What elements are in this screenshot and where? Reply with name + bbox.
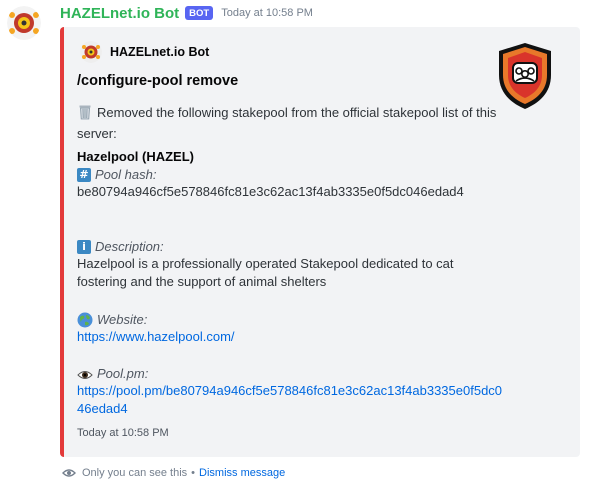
- embed-accent-bar: [60, 27, 64, 457]
- eye-icon: [62, 468, 76, 478]
- message-header: HAZELnet.io Bot BOT Today at 10:58 PM: [60, 3, 313, 23]
- field-pool-hash: # Pool hash: be80794a946cf5e578846fc81e3…: [77, 166, 503, 201]
- field-name: Pool hash:: [95, 167, 157, 182]
- field-value: Hazelpool is a professionally operated S…: [77, 256, 454, 289]
- embed: HAZELnet.io Bot /configure-pool remove R…: [60, 27, 580, 457]
- embed-description: Removed the following stakepool from the…: [77, 104, 505, 143]
- embed-footer-timestamp: Today at 10:58 PM: [77, 427, 169, 439]
- field-name: Description:: [95, 239, 164, 254]
- info-icon: i: [77, 239, 91, 254]
- eye-icon: [77, 368, 93, 380]
- embed-author-name: HAZELnet.io Bot: [110, 45, 210, 59]
- field-name: Pool.pm:: [97, 366, 149, 381]
- embed-title: /configure-pool remove: [77, 73, 239, 89]
- poolpm-link[interactable]: https://pool.pm/be80794a946cf5e578846fc8…: [77, 383, 502, 416]
- pool-name: Hazelpool (HAZEL): [77, 149, 194, 164]
- bot-avatar[interactable]: [7, 6, 41, 40]
- author-avatar-icon: [80, 41, 102, 63]
- separator: •: [191, 467, 196, 479]
- ephemeral-notice: Only you can see this • Dismiss message: [62, 467, 285, 479]
- field-poolpm: Pool.pm: https://pool.pm/be80794a946cf5e…: [77, 365, 503, 418]
- field-name: Website:: [97, 312, 148, 327]
- wastebasket-icon: [77, 104, 93, 125]
- field-description: i Description: Hazelpool is a profession…: [77, 238, 503, 291]
- message-timestamp: Today at 10:58 PM: [221, 7, 313, 19]
- shield-thumbnail-icon: [495, 41, 555, 111]
- username[interactable]: HAZELnet.io Bot: [60, 5, 179, 22]
- embed-author: HAZELnet.io Bot: [80, 41, 209, 63]
- globe-icon: [77, 312, 93, 328]
- hash-icon: #: [77, 167, 91, 182]
- bot-badge: BOT: [185, 6, 214, 20]
- description-text: Removed the following stakepool from the…: [77, 105, 497, 141]
- ephemeral-text: Only you can see this: [82, 467, 188, 479]
- dismiss-message-link[interactable]: Dismiss message: [199, 467, 285, 479]
- field-value: be80794a946cf5e578846fc81e3c62ac13f4ab33…: [77, 184, 464, 199]
- website-link[interactable]: https://www.hazelpool.com/: [77, 329, 235, 344]
- field-website: Website: https://www.hazelpool.com/: [77, 311, 503, 346]
